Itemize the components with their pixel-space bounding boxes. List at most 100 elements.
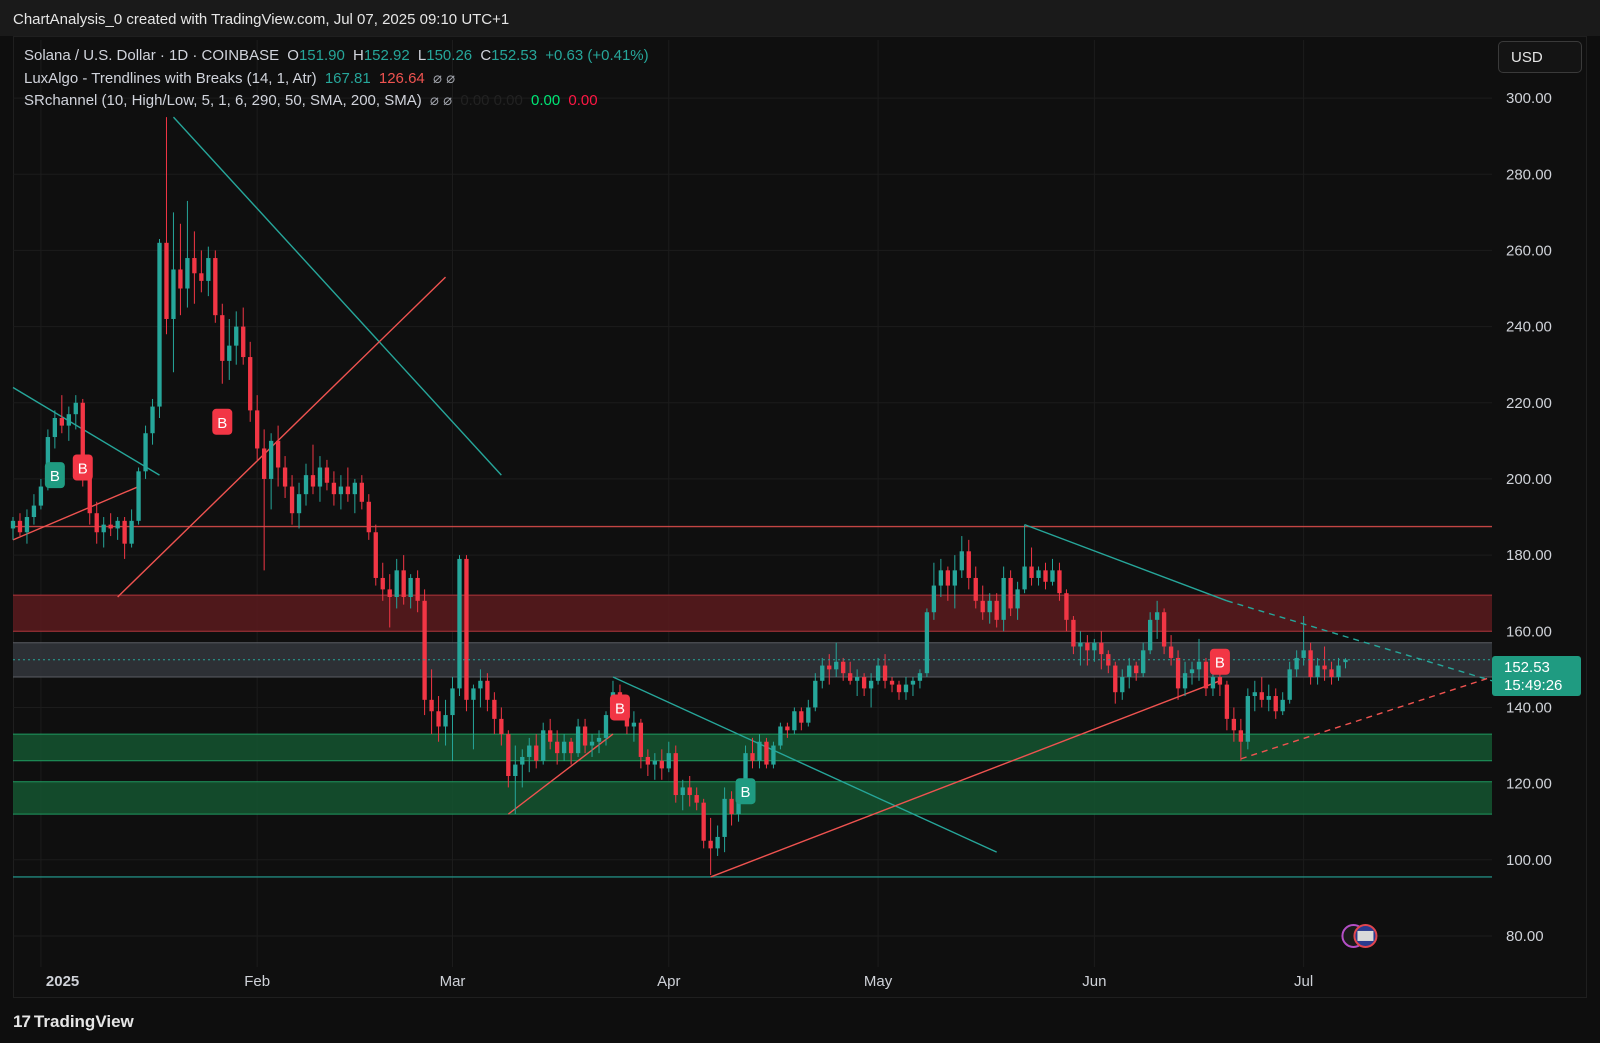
candle-body [1196,661,1202,670]
candle-body [945,570,951,586]
close-label: C [480,47,492,64]
candle-body [289,486,295,514]
candle-body [729,798,734,815]
candle-body [1043,570,1048,582]
candle-body [38,486,44,506]
candle-body [1231,718,1237,731]
indicator-trendlines-name[interactable]: LuxAlgo - Trendlines with Breaks (14, 1,… [24,70,317,87]
candle-body [171,269,176,319]
open-label: O [287,47,299,64]
candle-body [380,577,385,590]
candle-body [1175,657,1181,689]
price-chart[interactable]: B B B B B B 300.00 280.00 260.00 240.00 220.00 200.… [0,0,1600,1043]
candle-body [1015,589,1020,609]
legend-ohlc: Solana / U.S. Dollar · 1D · COINBASE O15… [24,47,653,64]
candle-body [1154,612,1160,620]
candle-body [492,699,497,719]
y-axis-tick-label: 200.00 [1506,471,1552,488]
candle-body [687,787,692,796]
candle-body [1329,669,1334,677]
candle-body [575,726,581,754]
candle-body [478,680,483,689]
symbol-name[interactable]: Solana / U.S. Dollar · 1D · COINBASE [24,47,279,64]
last-price-value: 152.53 [1504,659,1550,676]
legend-indicator-trendlines: LuxAlgo - Trendlines with Breaks (14, 1,… [24,69,459,87]
candle-body [1280,699,1285,712]
low-value: 150.26 [426,47,473,64]
candle-body [527,745,532,757]
candle-body [861,676,867,689]
indicator-srchannel-value-red: 0.00 [568,92,598,109]
candle-body [1259,692,1264,700]
candle-body [52,418,58,438]
candle-body [282,467,288,487]
candle-body [1134,665,1139,674]
candle-body [94,513,99,533]
legend-indicator-srchannel: SRchannel (10, High/Low, 5, 1, 6, 290, 5… [24,91,602,109]
candle-body [457,558,462,689]
open-value: 151.90 [298,47,345,64]
candle-body [261,448,267,479]
candle-body [938,570,944,586]
candle-body [506,734,511,776]
candle-body [471,688,476,700]
indicator-srchannel-name[interactable]: SRchannel (10, High/Low, 5, 1, 6, 290, 5… [24,92,422,109]
candle-body [129,520,134,544]
y-axis-tick-label: 80.00 [1506,928,1544,945]
x-axis-tick-label: 2025 [46,973,79,990]
candle-body [638,722,644,757]
candle-body [185,258,190,289]
candle-body [248,357,253,411]
candle-body [987,600,992,613]
candle-body [136,471,141,521]
signal-marker-label: B [78,461,88,478]
candle-body [450,688,455,716]
candle-body [1266,696,1271,700]
candle-body [1308,650,1313,677]
candle-body [582,726,588,746]
candle-body [966,551,971,578]
candle-body [596,737,602,742]
indicator-srchannel-value-green: 0.00 [531,92,561,109]
candle-body [1217,676,1223,685]
candle-body [1182,673,1188,689]
trendline [710,680,1221,878]
candle-body [806,707,811,723]
candle-body [813,680,818,708]
candle-body [310,475,316,487]
candle-body [896,684,902,693]
candle-body [143,433,148,472]
candle-body [652,760,657,765]
y-axis-tick-label: 280.00 [1506,166,1552,183]
y-axis-tick-label: 300.00 [1506,90,1552,107]
candle-body [24,517,30,533]
candle-body [464,558,469,700]
candle-body [401,570,406,597]
candle-body [1203,661,1209,689]
candle-body [352,482,358,495]
candle-body [10,520,16,529]
candle-body [108,524,113,529]
candle-body [715,836,720,849]
candle-body [87,475,92,514]
candle-body [206,258,211,281]
candle-body [631,722,637,727]
candle-body [31,505,37,518]
candle-body [513,764,518,776]
us-flag-stripes-icon [1357,930,1374,941]
candle-body [387,589,392,597]
currency-button[interactable]: USD [1498,41,1582,73]
candle-body [785,726,790,731]
candle-body [792,711,797,731]
candle-body [429,699,434,712]
candle-body [820,665,825,681]
candle-body [1092,642,1097,651]
candle-body [408,577,413,597]
candle-body [241,326,246,358]
tradingview-brand[interactable]: 17 TradingView [13,1012,134,1032]
last-price-tag: 152.53 15:49:26 [1492,656,1581,696]
candle-body [534,745,539,761]
candle-body [73,402,78,415]
candle-body [303,475,309,495]
candle-body [66,414,71,426]
